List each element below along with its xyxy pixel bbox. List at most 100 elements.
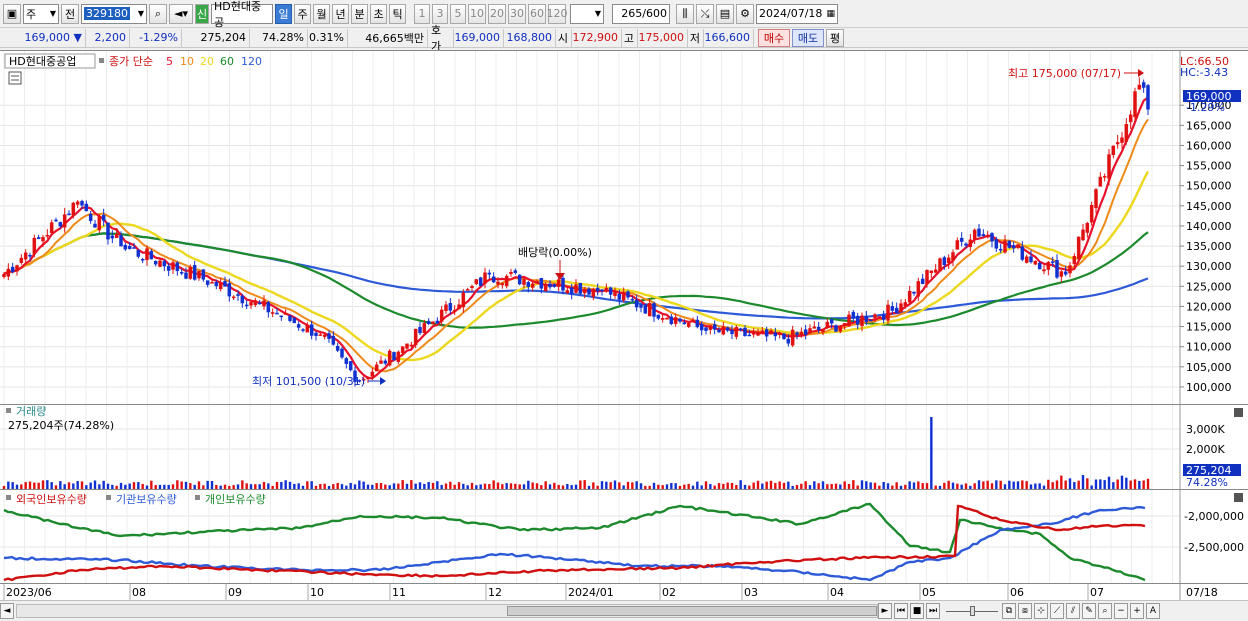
- candle-body: [847, 314, 851, 327]
- eval-button[interactable]: 평: [826, 28, 844, 47]
- volume-bar: [995, 480, 998, 489]
- candle-icon[interactable]: ⫼: [676, 3, 694, 24]
- quote-ask: 169,000: [454, 28, 504, 47]
- speaker-icon[interactable]: ◄▾: [169, 3, 193, 24]
- interval-tab-60[interactable]: 60: [528, 3, 546, 24]
- first-icon[interactable]: ⏮: [894, 603, 908, 619]
- period-tab-3[interactable]: 년: [332, 3, 349, 24]
- date-field[interactable]: 2024/07/18 ▦: [756, 3, 838, 24]
- period-tab-6[interactable]: 틱: [389, 3, 406, 24]
- count-field[interactable]: 265/600: [612, 3, 670, 24]
- candle-body: [136, 249, 141, 257]
- candle-body: [626, 291, 630, 298]
- save-icon[interactable]: ▤: [716, 3, 734, 24]
- candle-body: [673, 317, 678, 324]
- candle-body: [565, 290, 570, 293]
- volume-bar: [41, 480, 45, 489]
- magnify-icon[interactable]: ⌕: [1098, 603, 1112, 619]
- legend-foreign: 외국인보유수량: [16, 493, 87, 506]
- gear-icon[interactable]: ⚙: [736, 3, 754, 24]
- price-y-axis: 170,000165,000160,000155,000150,000145,0…: [1180, 99, 1232, 394]
- interval-tab-120[interactable]: 120: [547, 3, 568, 24]
- volume-bar: [1112, 482, 1115, 489]
- scroll-left-icon[interactable]: ◄: [0, 603, 14, 619]
- scroll-thumb[interactable]: [507, 606, 877, 616]
- scroll-right-icon[interactable]: ►: [878, 603, 892, 619]
- calendar-icon[interactable]: ▦: [826, 9, 835, 19]
- candle-body: [396, 351, 401, 362]
- period-tab-4[interactable]: 분: [351, 3, 368, 24]
- volume-bar: [765, 481, 768, 489]
- holding-panel[interactable]: 외국인보유수량 기관보유수량 개인보유수량 -2,000,000 -2,500,…: [0, 489, 1248, 584]
- compare-icon[interactable]: ⧈: [1018, 603, 1032, 619]
- candle-body: [184, 272, 188, 279]
- candle-body: [1098, 176, 1103, 187]
- candle-body: [54, 219, 58, 222]
- volume-bar: [1068, 478, 1072, 489]
- candles: [2, 77, 1150, 387]
- candle-body: [816, 326, 821, 330]
- market-select[interactable]: 주 ▼: [23, 3, 59, 24]
- hc-label: HC:-3.43: [1180, 66, 1228, 79]
- interval-tab-5[interactable]: 5: [450, 3, 466, 24]
- candle-body: [1137, 84, 1142, 90]
- candle-body: [699, 323, 704, 331]
- volume-panel[interactable]: 거래량 275,204주(74.28%) 3,000K 2,000K 275,2…: [0, 404, 1248, 490]
- volume-bar: [912, 482, 916, 489]
- window-icon[interactable]: ▣: [3, 3, 21, 24]
- volume-bar: [869, 482, 872, 489]
- candle-body: [270, 312, 275, 314]
- trendline-icon[interactable]: ⟋: [1050, 603, 1064, 619]
- line-tool-icon[interactable]: ⤯: [696, 3, 714, 24]
- candle-body: [968, 239, 973, 248]
- price-chart-panel[interactable]: 170,000 165,000 160,000 155,000 150,000 145,0…: [0, 50, 1248, 405]
- x-end-label: 07/18: [1186, 586, 1218, 599]
- code-input[interactable]: 329180 ▼: [81, 3, 147, 24]
- period-tab-2[interactable]: 월: [313, 3, 330, 24]
- candle-body: [574, 284, 578, 293]
- period-tab-5[interactable]: 초: [370, 3, 387, 24]
- prev-button[interactable]: 전: [61, 3, 79, 24]
- plus-icon[interactable]: +: [1130, 603, 1144, 619]
- volume-bar: [930, 417, 933, 489]
- interval-tab-1[interactable]: 1: [414, 3, 430, 24]
- horizontal-scrollbar[interactable]: [16, 604, 878, 618]
- zoom-slider[interactable]: [942, 604, 1002, 618]
- draw-icon[interactable]: ✎: [1082, 603, 1096, 619]
- candle-body: [881, 314, 886, 320]
- crosshair-icon[interactable]: ⊹: [1034, 603, 1048, 619]
- interval-tab-10[interactable]: 10: [468, 3, 486, 24]
- volume-bar: [284, 480, 287, 489]
- minus-icon[interactable]: −: [1114, 603, 1128, 619]
- candle-body: [825, 321, 830, 329]
- fibo-icon[interactable]: ⫽: [1066, 603, 1080, 619]
- period-tab-1[interactable]: 주: [294, 3, 311, 24]
- candle-body: [795, 332, 799, 335]
- text-tool-icon[interactable]: A: [1146, 603, 1160, 619]
- volume-bar: [917, 481, 920, 489]
- interval-tab-30[interactable]: 30: [508, 3, 526, 24]
- stop-icon[interactable]: ■: [910, 603, 924, 619]
- buy-button[interactable]: 매수: [758, 28, 790, 47]
- candle-body: [868, 319, 873, 322]
- candle-body: [535, 280, 539, 283]
- search-icon[interactable]: ⌕: [149, 3, 167, 24]
- candle-body: [509, 272, 513, 274]
- interval-tab-20[interactable]: 20: [488, 3, 506, 24]
- interval-select[interactable]: ▼: [570, 3, 604, 24]
- sell-button[interactable]: 매도: [792, 28, 824, 47]
- calculator-icon: [8, 71, 22, 85]
- candle-body: [756, 331, 760, 336]
- candle-body: [907, 290, 912, 303]
- candle-body: [444, 304, 448, 311]
- candle-body: [860, 315, 864, 326]
- high-annotation: 최고 175,000 (07/17): [1008, 67, 1121, 80]
- period-tab-0[interactable]: 일: [275, 3, 292, 24]
- volume-bar: [579, 480, 582, 489]
- interval-tab-3[interactable]: 3: [432, 3, 448, 24]
- quote-bid: 168,800: [504, 28, 556, 47]
- copy-icon[interactable]: ⧉: [1002, 603, 1016, 619]
- x-tick-label: 04: [830, 586, 844, 599]
- last-icon[interactable]: ⏭: [926, 603, 940, 619]
- quote-change-pct: -1.29%: [130, 28, 182, 47]
